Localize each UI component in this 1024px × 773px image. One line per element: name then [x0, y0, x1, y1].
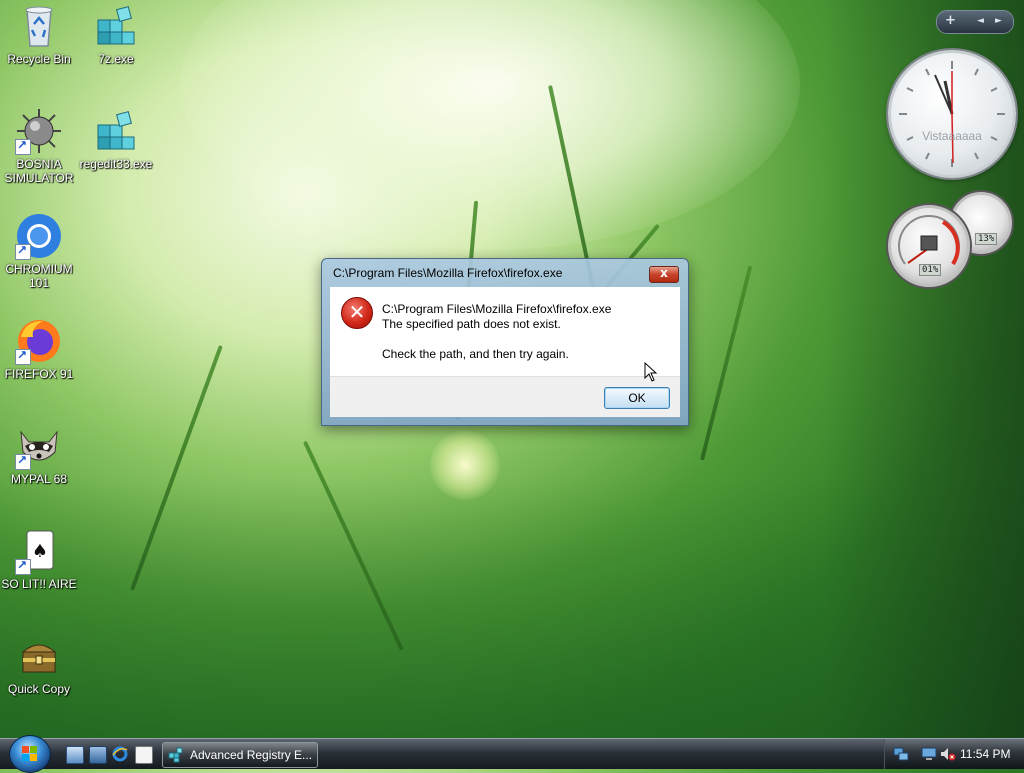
recycle-bin-icon [15, 2, 63, 50]
treasure-chest-icon [15, 632, 63, 680]
raccoon-icon [15, 422, 63, 470]
wallpaper-light-spot [430, 430, 500, 500]
chromium-icon [15, 212, 63, 260]
grass-blade [700, 265, 753, 461]
registry-icon [168, 747, 183, 763]
clock-face [899, 61, 1005, 167]
sidebar-controls: + ◄ ► [936, 10, 1014, 34]
shortcut-arrow-icon [15, 453, 31, 470]
desktop-icon-regedit33[interactable]: regedit33.exe [78, 107, 154, 171]
spiked-mine-icon [15, 107, 63, 155]
desktop-icon-chromium[interactable]: CHROMIUM 101 [1, 212, 77, 290]
dialog-message-error: The specified path does not exist. [382, 317, 561, 331]
start-button[interactable] [9, 735, 51, 773]
cpu-readout: 01% [919, 264, 942, 276]
desktop-icon-recycle-bin[interactable]: Recycle Bin [1, 2, 77, 66]
taskbar-button-label: Advanced Registry E... [190, 748, 313, 762]
dialog-message-path: C:\Program Files\Mozilla Firefox\firefox… [382, 302, 612, 316]
desktop-icon-label: regedit33.exe [79, 157, 153, 171]
desktop-icon-bosnia-simulator[interactable]: BOSNIA SIMULATOR [1, 107, 77, 185]
desktop-icon-label: MYPAL 68 [10, 472, 68, 486]
shortcut-arrow-icon [15, 558, 31, 575]
show-desktop-icon[interactable] [66, 746, 84, 764]
desktop-icon-label: BOSNIA SIMULATOR [4, 157, 74, 185]
desktop-icon-label: 7z.exe [98, 52, 134, 66]
taskbar: Advanced Registry E... 11:54 PM [0, 735, 1024, 773]
desktop-icon-solitaire[interactable]: ♠ SO LIT!! AIRE [1, 527, 77, 591]
desktop-icon-label: CHROMIUM 101 [5, 262, 73, 290]
desktop-icon-firefox[interactable]: FIREFOX 91 [1, 317, 77, 381]
shortcut-arrow-icon [15, 348, 31, 365]
desktop-icon-label: FIREFOX 91 [4, 367, 74, 381]
shortcut-arrow-icon [15, 138, 31, 155]
desktop-icon-label: Quick Copy [7, 682, 71, 696]
computer-icon[interactable] [921, 746, 937, 762]
memory-readout: 13% [975, 233, 998, 245]
clock-gadget[interactable]: Vistaaaaaa [888, 50, 1016, 178]
cpu-meter-gadget[interactable]: 01% [888, 205, 970, 287]
error-dialog: C:\Program Files\Mozilla Firefox\firefox… [321, 258, 689, 426]
windows-logo-icon [22, 746, 37, 761]
clock-gadget-label: Vistaaaaaa [922, 129, 982, 143]
wallpaper-glow [180, 0, 800, 250]
error-icon: ✕ [341, 297, 373, 329]
previous-gadget-button[interactable]: ◄ [977, 16, 984, 26]
close-icon: x [660, 266, 668, 280]
mouse-pointer-icon [644, 361, 658, 385]
network-icon[interactable] [893, 746, 909, 762]
desktop-icon-mypal[interactable]: MYPAL 68 [1, 422, 77, 486]
dialog-title: C:\Program Files\Mozilla Firefox\firefox… [333, 266, 563, 280]
internet-explorer-icon[interactable] [112, 746, 128, 762]
registry-cubes-icon [92, 107, 140, 155]
playing-card-icon: ♠ [15, 527, 63, 575]
firefox-icon [15, 317, 63, 365]
desktop-icon-7z[interactable]: 7z.exe [78, 2, 154, 66]
taskbar-clock[interactable]: 11:54 PM [960, 747, 1010, 761]
dialog-body: ✕ C:\Program Files\Mozilla Firefox\firef… [330, 287, 680, 376]
desktop[interactable]: Recycle Bin 7z.exe ↗ BOSNIA SIMULATOR re… [0, 0, 1024, 738]
desktop-icon-label: Recycle Bin [7, 52, 71, 66]
desktop-icon-quick-copy[interactable]: Quick Copy [1, 632, 77, 696]
dialog-message-hint: Check the path, and then try again. [382, 347, 569, 361]
ok-button[interactable]: OK [604, 387, 670, 409]
dialog-close-button[interactable]: x [649, 266, 679, 283]
switch-windows-icon[interactable] [89, 746, 107, 764]
svg-text:♠: ♠ [32, 541, 48, 562]
taskbar-button-advanced-registry[interactable]: Advanced Registry E... [162, 742, 318, 768]
dialog-button-bar: OK [330, 376, 680, 417]
add-gadget-button[interactable]: + [945, 13, 956, 28]
volume-muted-icon[interactable] [940, 746, 956, 762]
notepad-icon[interactable] [135, 746, 153, 764]
registry-cubes-icon [92, 2, 140, 50]
next-gadget-button[interactable]: ► [995, 16, 1002, 26]
desktop-icon-label: SO LIT!! AIRE [1, 577, 77, 591]
shortcut-arrow-icon [15, 243, 31, 260]
